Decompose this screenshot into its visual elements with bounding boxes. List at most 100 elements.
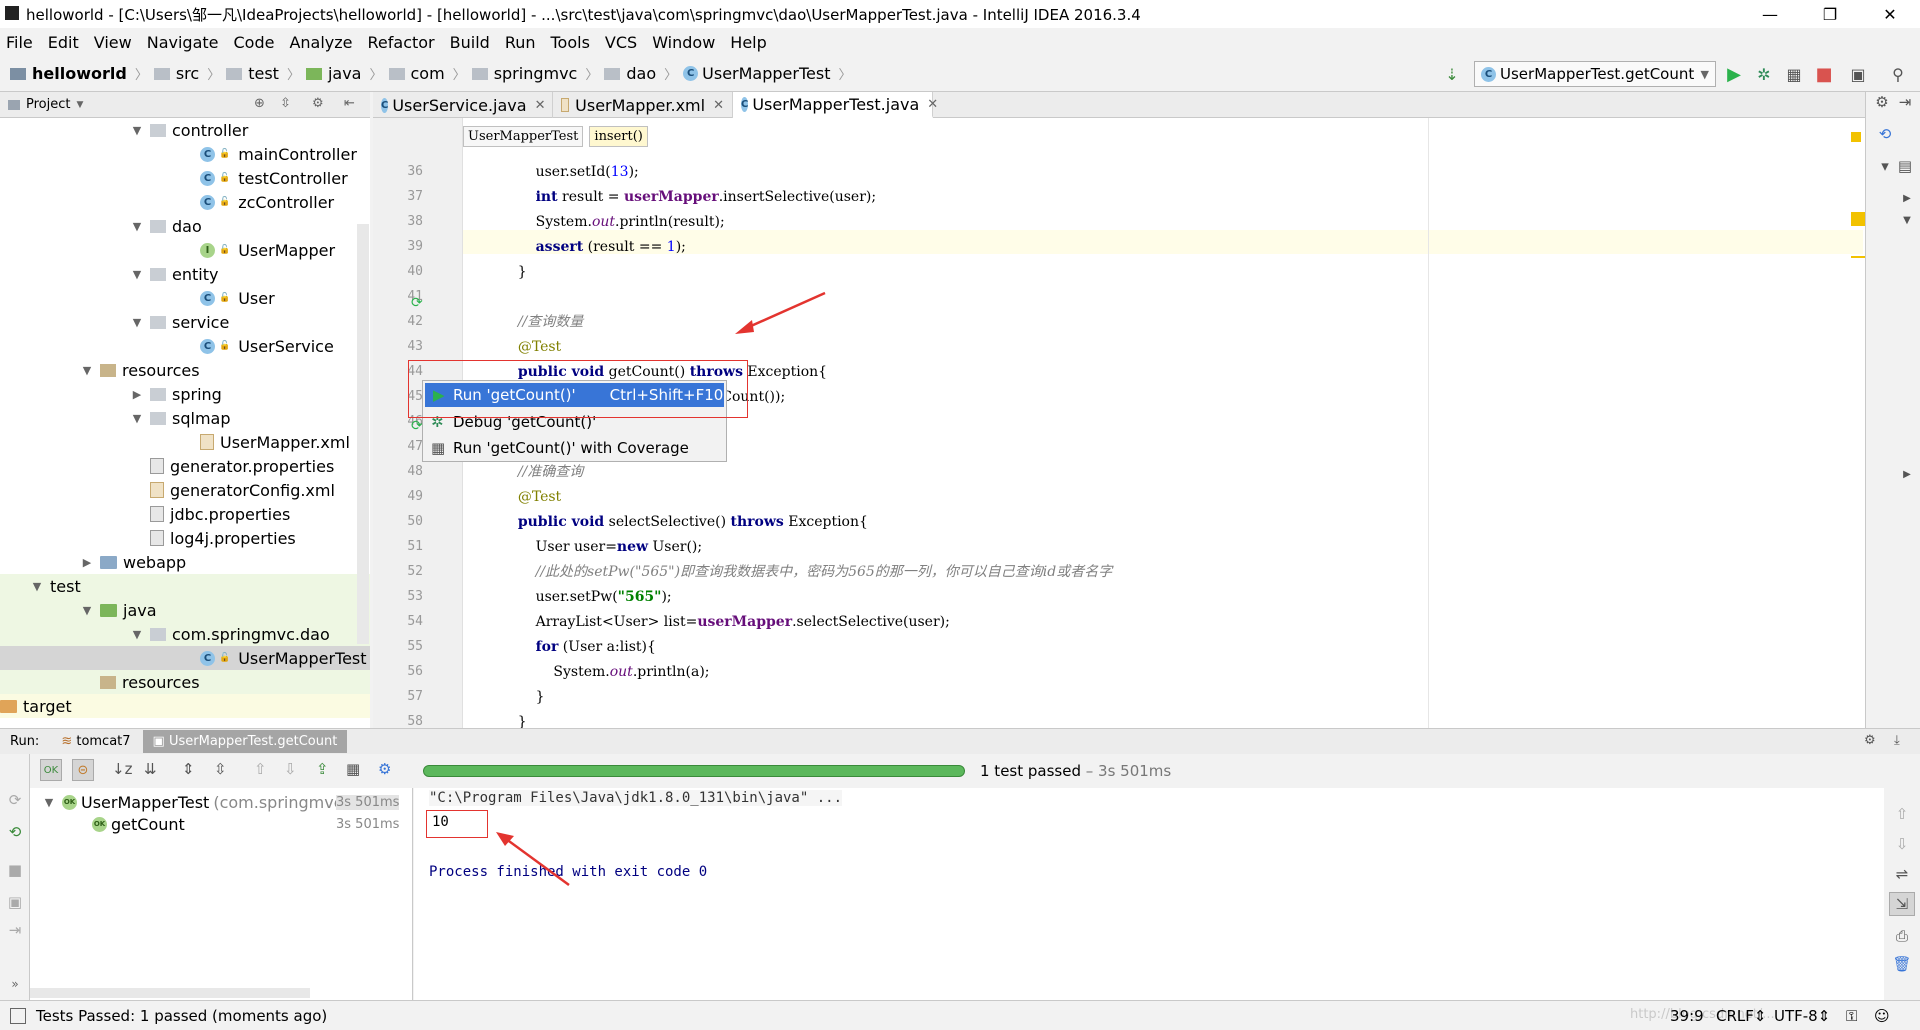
run-gutter-icon[interactable]: ⟳ — [411, 295, 423, 311]
chevron-down-icon[interactable]: ▼ — [80, 364, 94, 377]
breadcrumb-item[interactable]: test 〉 — [226, 64, 300, 83]
chevron-down-icon[interactable]: ▼ — [130, 412, 144, 425]
tree-item[interactable]: generator.properties — [0, 454, 370, 478]
up-icon[interactable]: ⇧ — [1891, 804, 1913, 824]
down-icon[interactable]: ⇩ — [284, 760, 297, 778]
hide-icon[interactable]: ⇤ — [344, 96, 355, 111]
chevron-right-icon[interactable]: ▶ — [80, 556, 94, 569]
tree-item[interactable]: ▼ service — [0, 310, 370, 334]
gear-icon[interactable]: ⚙ — [312, 96, 324, 111]
chevron-down-icon[interactable]: ▼ — [130, 124, 144, 137]
chevron-right-icon[interactable]: ▶ — [130, 388, 144, 401]
hector-icon[interactable]: ☺ — [1874, 1007, 1890, 1025]
vertical-scrollbar[interactable] — [357, 224, 369, 644]
scroll-to-end-icon[interactable]: ⇲ — [1889, 892, 1915, 916]
warning-marker[interactable] — [1851, 132, 1861, 142]
trash-icon[interactable]: 🗑 — [1891, 954, 1913, 974]
minimize-button[interactable]: — — [1740, 0, 1800, 28]
camera-icon[interactable]: ▣ — [4, 892, 26, 912]
show-ignored-icon[interactable]: ⊝ — [72, 759, 94, 781]
tree-item[interactable]: C 🔓 User — [0, 286, 370, 310]
crumb-class[interactable]: UserMapperTest — [463, 126, 584, 147]
close-icon[interactable]: ✕ — [927, 97, 938, 112]
export-icon[interactable]: ⇪ — [316, 760, 329, 778]
tree-item[interactable]: I 🔓 UserMapper — [0, 238, 370, 262]
tree-item[interactable]: ▼ test — [0, 574, 370, 598]
tree-item[interactable]: ▶ spring — [0, 382, 370, 406]
tree-item[interactable]: ▶ webapp — [0, 550, 370, 574]
breadcrumb-item[interactable]: springmvc 〉 — [471, 64, 598, 83]
tree-item[interactable]: C 🔓 testController — [0, 166, 370, 190]
run-tab-tomcat[interactable]: ≋ tomcat7 — [51, 730, 140, 753]
tree-item[interactable]: ▼ com.springmvc.dao — [0, 622, 370, 646]
lock-icon[interactable]: ⚿ — [1846, 1007, 1857, 1025]
menu-analyze[interactable]: Analyze — [289, 33, 352, 52]
stop-icon[interactable]: ■ — [1814, 64, 1834, 85]
menu-navigate[interactable]: Navigate — [147, 33, 219, 52]
test-suite-row[interactable]: ▼ OK UserMapperTest (com.springmvc.c 3s … — [42, 790, 412, 814]
tab-usermappertest[interactable]: C UserMapperTest.java ✕ — [733, 92, 938, 118]
tree-item[interactable]: ▼ dao — [0, 214, 370, 238]
sync-icon[interactable]: ⟲ — [1874, 124, 1896, 144]
file-encoding[interactable]: UTF-8⇕ — [1774, 1007, 1830, 1025]
expand-all-icon[interactable]: ⇕ — [182, 760, 195, 778]
run-gutter-icon[interactable]: ⟳ — [411, 418, 423, 434]
test-case-row[interactable]: OK getCount 3s 501ms — [92, 812, 412, 836]
chevron-down-icon[interactable]: ▼ — [130, 628, 144, 641]
sort-icon[interactable]: ⇣ — [1442, 64, 1462, 84]
horizontal-scrollbar[interactable] — [30, 988, 310, 998]
close-window-button[interactable]: ✕ — [1860, 0, 1920, 28]
tree-item[interactable]: C 🔓 zcController — [0, 190, 370, 214]
collapse-icon[interactable]: ⇳ — [280, 96, 291, 111]
breadcrumb-item[interactable]: java 〉 — [305, 64, 383, 83]
tree-item[interactable]: ▶target — [0, 694, 370, 718]
chevron-right-icon[interactable]: ▶ — [1896, 464, 1918, 484]
breadcrumb-item[interactable]: helloworld 〉 — [10, 64, 148, 83]
maximize-button[interactable]: ❐ — [1800, 0, 1860, 28]
tree-item[interactable]: log4j.properties — [0, 526, 370, 550]
tree-item[interactable]: ▼ sqlmap — [0, 406, 370, 430]
run-tab-test[interactable]: ▣ UserMapperTest.getCount — [142, 730, 348, 753]
tree-item[interactable]: C 🔓 UserService — [0, 334, 370, 358]
gear-icon[interactable]: ⚙ — [1864, 733, 1876, 748]
console-output[interactable]: "C:\Program Files\Java\jdk1.8.0_131\bin\… — [414, 788, 1884, 1000]
sort-alpha-icon[interactable]: ↓z — [112, 760, 132, 778]
menu-run[interactable]: Run — [505, 33, 536, 52]
run-icon[interactable]: ▶ — [1724, 64, 1744, 85]
gear-icon[interactable]: ⚙ — [378, 760, 391, 778]
menu-edit[interactable]: Edit — [48, 33, 79, 52]
tree-item[interactable]: ▼ java — [0, 598, 370, 622]
menu-vcs[interactable]: VCS — [605, 33, 637, 52]
tree-item[interactable]: C 🔓 UserMapperTest — [0, 646, 370, 670]
breadcrumb-item[interactable]: src 〉 — [153, 64, 220, 83]
search-icon[interactable]: ⚲ — [1888, 64, 1908, 84]
target-icon[interactable]: ⊕ — [254, 96, 265, 111]
tree-item[interactable]: ▼ entity — [0, 262, 370, 286]
menu-tools[interactable]: Tools — [551, 33, 590, 52]
chevron-down-icon[interactable]: ▼ — [80, 604, 94, 617]
chevron-right-icon[interactable]: ▶ — [1896, 188, 1918, 208]
menu-build[interactable]: Build — [450, 33, 490, 52]
sort-duration-icon[interactable]: ⇊ — [144, 760, 157, 778]
tree-item[interactable]: ▼ resources — [0, 358, 370, 382]
tree-item[interactable]: jdbc.properties — [0, 502, 370, 526]
show-passed-icon[interactable]: OK — [40, 759, 62, 781]
breadcrumb-item[interactable]: com 〉 — [388, 64, 466, 83]
breadcrumb-item[interactable]: C UserMapperTest 〉 — [683, 64, 851, 83]
warning-marker[interactable] — [1851, 212, 1865, 226]
exit-icon[interactable]: ⇥ — [4, 920, 26, 940]
tree-item[interactable]: resources — [0, 670, 370, 694]
close-icon[interactable]: ✕ — [713, 98, 724, 113]
menu-run-coverage[interactable]: ▦ Run 'getCount()' with Coverage — [425, 436, 724, 460]
tree-item[interactable]: UserMapper.xml — [0, 430, 370, 454]
crumb-method[interactable]: insert() — [589, 126, 648, 147]
toggle-auto-test-icon[interactable]: ⟲ — [4, 822, 26, 842]
debug-icon[interactable]: ✲ — [1754, 64, 1774, 84]
tab-usermapper-xml[interactable]: UserMapper.xml ✕ — [553, 92, 733, 118]
hide-icon[interactable]: ⤓ — [1894, 733, 1900, 748]
chevron-down-icon[interactable]: ▼ — [76, 100, 83, 110]
hide-icon[interactable]: ⇥ — [1894, 92, 1916, 112]
menu-code[interactable]: Code — [234, 33, 275, 52]
caret-position[interactable]: 39:9 — [1670, 1007, 1704, 1025]
project-panel-title[interactable]: Project — [26, 97, 70, 112]
